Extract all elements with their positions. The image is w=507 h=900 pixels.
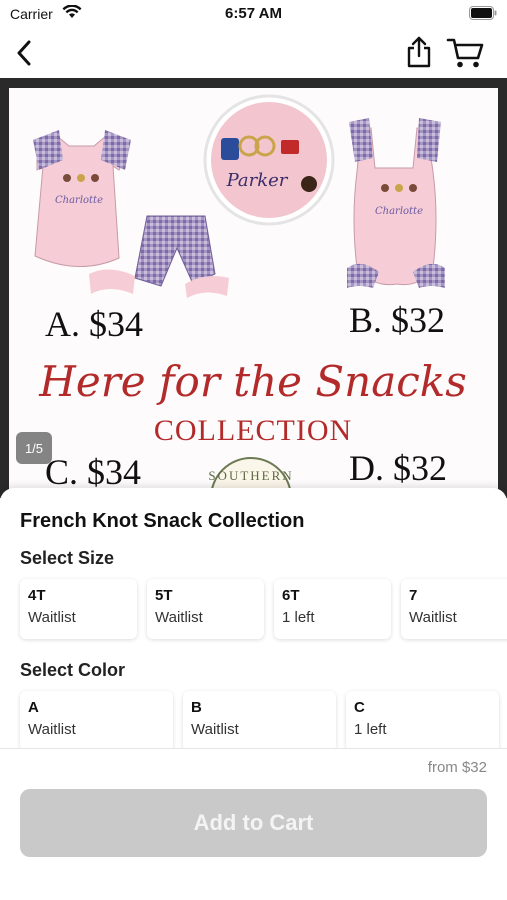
collection-caps-title: COLLECTION [154, 414, 352, 447]
color-name: A [28, 699, 39, 716]
product-title: French Knot Snack Collection [20, 510, 305, 532]
outfit-a-shirt: Charlotte [33, 130, 131, 267]
size-option-7[interactable]: 7 Waitlist [401, 579, 507, 639]
color-name: C [354, 699, 365, 716]
price-from-label: from $32 [427, 759, 487, 776]
price-label-a: A. $34 [45, 304, 143, 344]
product-options-sheet: French Knot Snack Collection Select Size… [0, 488, 507, 748]
battery-icon [469, 6, 497, 20]
size-section-heading: Select Size [20, 548, 115, 568]
size-option-5t[interactable]: 5T Waitlist [147, 579, 264, 639]
color-option-b[interactable]: B Waitlist [183, 691, 336, 748]
color-option-a[interactable]: A Waitlist [20, 691, 173, 748]
purchase-footer: from $32 Add to Cart [0, 748, 507, 900]
size-name: 4T [28, 587, 46, 604]
product-image-gallery[interactable]: Charlotte Parker Charlotte A. $34 B. $32… [0, 78, 507, 498]
price-label-d: D. $32 [349, 448, 447, 488]
embroidery-detail-patch: Parker [203, 94, 335, 226]
color-availability: Waitlist [191, 721, 239, 738]
seal-text: SOUTHERN [208, 468, 293, 483]
cart-button[interactable] [446, 37, 486, 69]
status-time: 6:57 AM [225, 5, 282, 22]
chevron-left-icon [17, 40, 31, 66]
nav-bar [0, 28, 507, 78]
size-option-6t[interactable]: 6T 1 left [274, 579, 391, 639]
product-collection-art: Charlotte Parker Charlotte A. $34 B. $32… [33, 94, 467, 498]
back-button[interactable] [12, 38, 36, 68]
size-availability: Waitlist [155, 609, 203, 626]
color-availability: Waitlist [28, 721, 76, 738]
size-options: 4T Waitlist 5T Waitlist 6T 1 left 7 Wait… [20, 579, 507, 639]
collection-script-title: Here for the Snacks [38, 357, 467, 406]
size-availability: Waitlist [409, 609, 457, 626]
share-button[interactable] [404, 35, 434, 69]
outfit-b-name: Charlotte [375, 206, 423, 217]
share-icon [407, 36, 431, 68]
size-availability: Waitlist [28, 609, 76, 626]
size-name: 7 [409, 587, 418, 604]
patch-name: Parker [226, 170, 289, 191]
size-name: 6T [282, 587, 300, 604]
cart-icon [446, 38, 484, 68]
status-bar: Carrier 6:57 AM [0, 0, 507, 28]
color-options: A Waitlist B Waitlist C 1 left [20, 691, 499, 748]
size-name: 5T [155, 587, 173, 604]
add-to-cart-button[interactable]: Add to Cart [20, 789, 487, 857]
outfit-b-romper: Charlotte [347, 118, 445, 288]
color-availability: 1 left [354, 721, 387, 738]
color-option-c[interactable]: C 1 left [346, 691, 499, 748]
product-image: Charlotte Parker Charlotte A. $34 B. $32… [9, 88, 498, 498]
page-indicator: 1/5 [16, 432, 52, 464]
outfit-a-name: Charlotte [55, 195, 103, 206]
color-section-heading: Select Color [20, 660, 126, 680]
size-availability: 1 left [282, 609, 315, 626]
price-label-b: B. $32 [349, 300, 445, 340]
color-name: B [191, 699, 202, 716]
size-option-4t[interactable]: 4T Waitlist [20, 579, 137, 639]
price-label-c: C. $34 [45, 452, 141, 492]
